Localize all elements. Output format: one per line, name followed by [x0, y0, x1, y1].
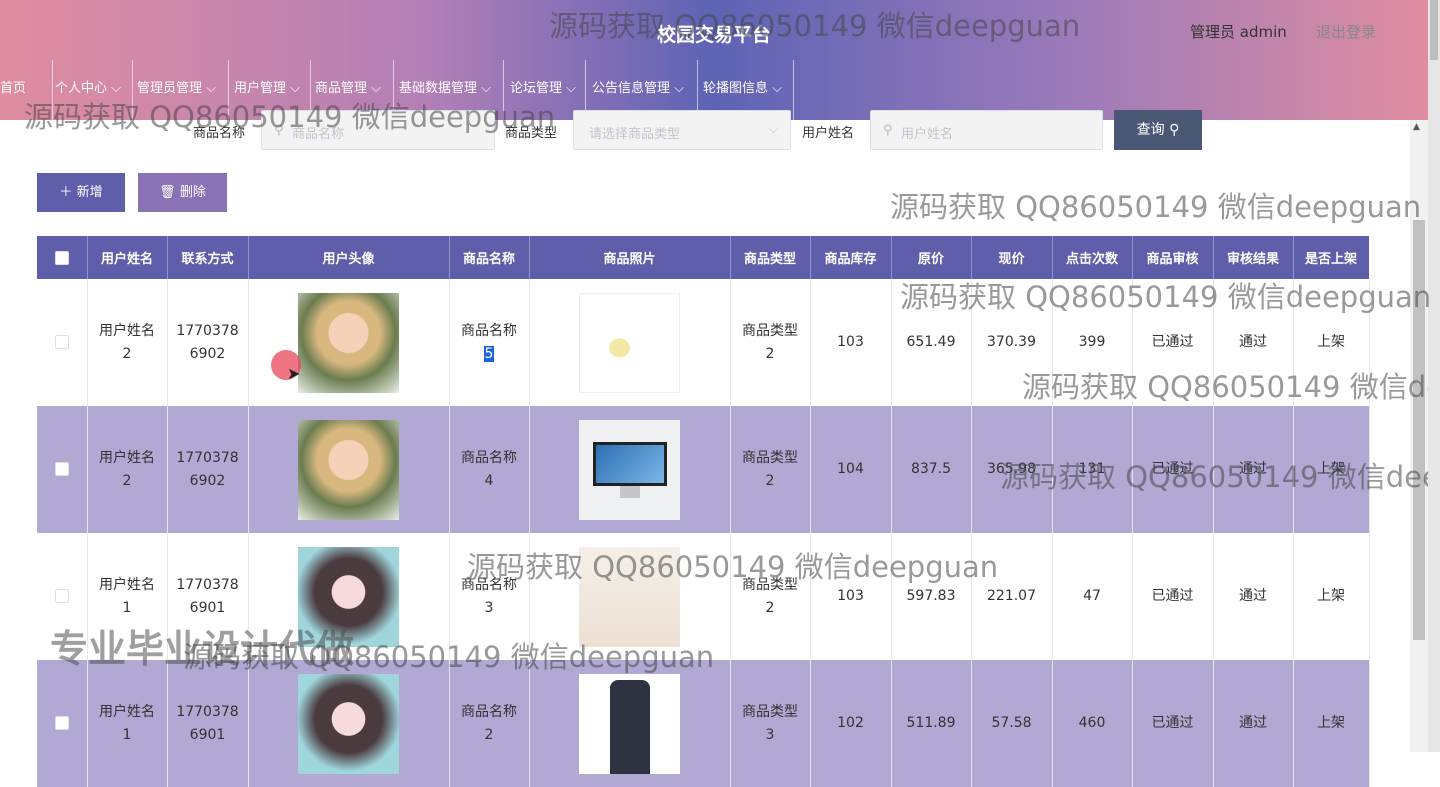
chevron-down-icon: ⌵: [481, 81, 492, 96]
query-button[interactable]: 查询 ⚲: [1114, 110, 1202, 150]
table-row: 用户姓名 2 1770378 6902 商品名称 4 商品类型 2 104 837.5 …: [37, 406, 1370, 533]
plus-icon: ＋: [59, 185, 73, 200]
watermark-big: 专业毕业设计代做: [50, 627, 355, 671]
row-checkbox[interactable]: [37, 660, 88, 787]
row-checkbox[interactable]: [37, 406, 88, 533]
col-header: 现价: [971, 236, 1053, 279]
col-header: 用户头像: [248, 236, 450, 279]
col-header: 商品类型: [730, 236, 811, 279]
delete-button[interactable]: 🗑 删除: [138, 173, 227, 212]
scrollbar-thumb[interactable]: [1413, 220, 1425, 640]
user-avatar: [298, 673, 399, 774]
top-header: 校园交易平台 管理员 admin 退出登录: [0, 0, 1428, 60]
select-all-checkbox[interactable]: [37, 236, 88, 279]
goods-type-label: 商品类型: [505, 126, 558, 141]
goods-photo: [579, 546, 680, 647]
goods-name-label: 商品名称: [193, 126, 246, 141]
window-scrollbar[interactable]: [1428, 0, 1440, 752]
col-header: 商品照片: [529, 236, 731, 279]
user-name-input[interactable]: ⚲ 用户姓名: [870, 110, 1103, 150]
search-icon: ⚲: [274, 123, 284, 138]
col-header: 联系方式: [167, 236, 249, 279]
table-header-row: 用户姓名 联系方式 用户头像 商品名称 商品照片 商品类型 商品库存 原价 现价…: [37, 236, 1370, 279]
table-row: 用户姓名 1 1770378 6901 商品名称 2 商品类型 3 102 511.89…: [37, 660, 1370, 787]
chevron-down-icon: ⌵: [371, 81, 382, 96]
goods-type-select[interactable]: 请选择商品类型 ⌵: [573, 110, 791, 150]
table-row: 用户姓名 2 1770378 6902 商品名称 5 商品类型 2 103 651.49…: [37, 279, 1370, 406]
chevron-down-icon: ⌵: [768, 122, 778, 136]
col-header: 是否上架: [1293, 236, 1370, 279]
add-button[interactable]: ＋ 新增: [37, 173, 125, 212]
chevron-down-icon: ⌵: [206, 81, 217, 96]
user-avatar: [298, 292, 399, 393]
watermark: 源码获取 QQ86050149 微信deepguan: [890, 190, 1422, 224]
chevron-down-icon: ⌵: [290, 81, 301, 96]
goods-table: 用户姓名 联系方式 用户头像 商品名称 商品照片 商品类型 商品库存 原价 现价…: [37, 236, 1370, 787]
col-header: 用户姓名: [87, 236, 168, 279]
col-header: 原价: [891, 236, 972, 279]
goods-photo: [579, 292, 680, 393]
goods-photo: [579, 673, 680, 774]
logout-link[interactable]: 退出登录: [1316, 21, 1376, 42]
scroll-up-arrow-icon[interactable]: ▲: [1413, 122, 1420, 132]
chevron-down-icon: ⌵: [772, 81, 783, 96]
chevron-down-icon: ⌵: [111, 81, 122, 96]
user-avatar: [298, 419, 399, 520]
col-header: 点击次数: [1052, 236, 1133, 279]
chevron-down-icon: ⌵: [566, 81, 577, 96]
row-checkbox[interactable]: [37, 279, 88, 406]
col-header: 商品名称: [449, 236, 530, 279]
user-name-label: 用户姓名: [802, 126, 855, 141]
col-header: 商品审核: [1132, 236, 1214, 279]
chevron-down-icon: ⌵: [674, 81, 685, 96]
col-header: 商品库存: [810, 236, 892, 279]
current-user: 管理员 admin: [1190, 23, 1287, 41]
search-icon: ⚲: [883, 123, 893, 138]
search-icon: ⚲: [1169, 122, 1180, 138]
goods-photo: [579, 419, 680, 520]
col-header: 审核结果: [1213, 236, 1294, 279]
trash-icon: 🗑: [159, 185, 176, 200]
goods-name-input[interactable]: ⚲ 商品名称: [261, 110, 495, 150]
mouse-cursor-icon: ➤: [287, 364, 301, 383]
